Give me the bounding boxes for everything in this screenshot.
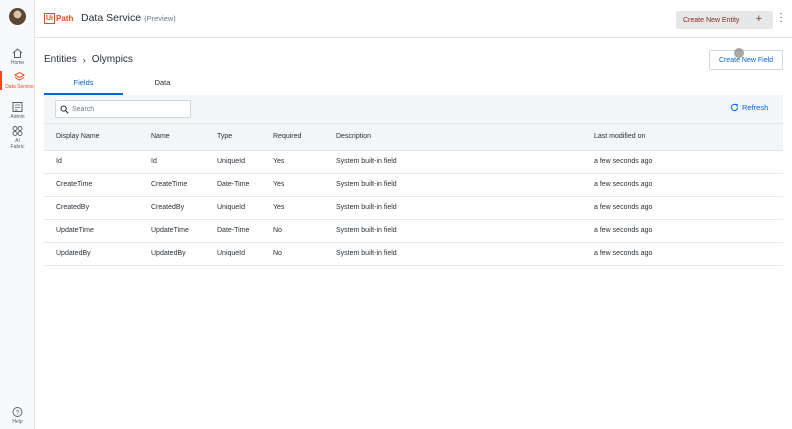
search-icon [60,105,69,114]
refresh-button[interactable]: Refresh [730,103,768,112]
table-row[interactable]: UpdatedBy UpdatedBy UniqueId No System b… [44,243,783,266]
cell-required: No [273,250,282,257]
cell-name: CreateTime [151,181,188,188]
home-icon [12,48,23,58]
uipath-logo[interactable]: Ui Path [44,11,73,25]
column-header-required[interactable]: Required [273,133,301,140]
cell-type: UniqueId [217,250,246,257]
breadcrumb-entities-link[interactable]: Entities [44,54,77,65]
sidebar-item-label: AI Fabric [10,138,25,150]
sidebar-item-label: Home [10,60,25,66]
left-nav-rail: Home Data Service Admin AI Fabric ? Help [0,0,35,429]
avatar[interactable] [9,8,26,25]
cell-last-modified: a few seconds ago [594,227,653,234]
cell-description: System built-in field [336,158,397,165]
cell-display-name: UpdateTime [56,227,94,234]
create-new-field-button[interactable]: Create New Field [709,50,783,70]
cell-last-modified: a few seconds ago [594,204,653,211]
table-row[interactable]: CreatedBy CreatedBy UniqueId Yes System … [44,197,783,220]
column-header-last-modified[interactable]: Last modified on [594,133,645,140]
table-row[interactable]: Id Id UniqueId Yes System built-in field… [44,151,783,174]
cell-type: Date-Time [217,227,250,234]
cell-type: Date-Time [217,181,250,188]
sidebar-item-home[interactable]: Home [0,47,35,66]
app-title: Data Service (Preview) [81,12,176,24]
admin-icon [12,102,23,112]
tab-bar: Fields Data [44,74,783,95]
column-header-type[interactable]: Type [217,133,232,140]
search-box[interactable] [55,100,191,118]
cell-description: System built-in field [336,204,397,211]
app-subtitle: (Preview) [144,14,176,23]
ai-fabric-icon [12,126,23,136]
sidebar-item-admin[interactable]: Admin [0,101,35,120]
tab-data[interactable]: Data [123,74,202,95]
cell-name: UpdateTime [151,227,189,234]
refresh-icon [730,103,739,112]
column-header-name[interactable]: Name [151,133,170,140]
table-row[interactable]: UpdateTime UpdateTime Date-Time No Syste… [44,220,783,243]
tab-fields[interactable]: Fields [44,74,123,95]
sidebar-item-data-service[interactable]: Data Service [0,71,35,90]
sidebar-item-label: Admin [10,114,25,120]
help-icon: ? [12,407,23,417]
cell-description: System built-in field [336,227,397,234]
cell-name: CreatedBy [151,204,185,211]
sidebar-item-label: Data Service [5,84,34,90]
fields-table-body: Id Id UniqueId Yes System built-in field… [44,151,783,266]
cell-last-modified: a few seconds ago [594,250,653,257]
cell-display-name: UpdatedBy [56,250,91,257]
search-input[interactable] [72,105,182,113]
mouse-cursor [734,48,744,58]
cell-last-modified: a few seconds ago [594,158,653,165]
sidebar-item-help[interactable]: ? Help [0,406,35,425]
cell-type: UniqueId [217,204,246,211]
cell-last-modified: a few seconds ago [594,181,653,188]
cell-required: No [273,227,282,234]
sidebar-item-label: Help [12,419,23,425]
plus-icon: + [755,13,762,25]
svg-text:?: ? [16,409,20,416]
cell-display-name: Id [56,158,62,165]
sidebar-item-ai-fabric[interactable]: AI Fabric [0,125,35,150]
cell-display-name: CreatedBy [56,204,90,211]
breadcrumb: Entities › Olympics [44,54,133,65]
chevron-right-icon: › [82,54,86,65]
cell-description: System built-in field [336,250,397,257]
cell-required: Yes [273,204,285,211]
create-new-entity-button[interactable]: Create New Entity + [676,11,773,29]
table-header: Display Name Name Type Required Descript… [44,124,783,151]
cell-description: System built-in field [336,181,397,188]
column-header-display-name[interactable]: Display Name [56,133,100,140]
breadcrumb-current: Olympics [91,54,133,65]
layers-icon [13,71,26,81]
cell-required: Yes [273,158,285,165]
cell-required: Yes [273,181,285,188]
cell-type: UniqueId [217,158,246,165]
column-header-description[interactable]: Description [336,133,371,140]
cell-name: Id [151,158,157,165]
table-toolbar: Refresh [44,95,783,124]
cell-display-name: CreateTime [56,181,93,188]
top-header: Ui Path Data Service (Preview) Create New… [35,0,792,38]
more-options-icon[interactable]: · · · [778,9,784,27]
table-row[interactable]: CreateTime CreateTime Date-Time Yes Syst… [44,174,783,197]
cell-name: UpdatedBy [151,250,186,257]
